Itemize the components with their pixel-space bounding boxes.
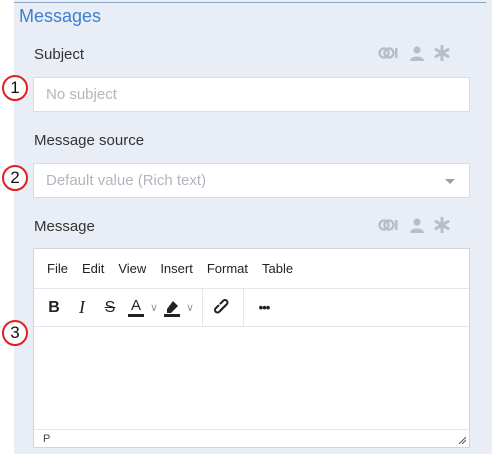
message-source-label: Message source [34, 132, 145, 149]
user-icon[interactable] [410, 45, 424, 61]
link-button[interactable] [209, 294, 237, 322]
message-source-select[interactable]: Default value (Rich text) [33, 163, 470, 198]
highlighter-icon [164, 300, 180, 317]
callout-badge-2: 2 [2, 165, 28, 191]
message-source-placeholder: Default value (Rich text) [46, 172, 207, 189]
menu-format[interactable]: Format [207, 261, 248, 276]
text-color-swatch [128, 314, 144, 317]
message-label: Message [34, 218, 95, 235]
panel-divider [14, 2, 486, 3]
editor-menubar: File Edit View Insert Format Table [34, 249, 469, 288]
subject-placeholder: No subject [46, 86, 117, 103]
subject-input[interactable]: No subject [33, 77, 470, 112]
section-title: Messages [19, 6, 102, 26]
menu-edit[interactable]: Edit [82, 261, 104, 276]
link-variable-icon[interactable] [378, 217, 400, 233]
italic-button[interactable]: I [68, 294, 96, 322]
text-color-button[interactable]: A [124, 294, 148, 322]
rich-text-editor[interactable]: File Edit View Insert Format Table B I S… [33, 248, 470, 448]
link-variable-icon[interactable] [378, 45, 400, 61]
asterisk-icon[interactable] [434, 45, 450, 61]
chevron-down-icon[interactable]: ∨ [184, 294, 196, 322]
subject-label: Subject [34, 46, 85, 63]
message-field-icons [378, 216, 466, 234]
editor-statusbar: P [34, 429, 469, 447]
editor-content-area[interactable] [34, 327, 469, 429]
more-button[interactable]: ••• [250, 294, 278, 322]
highlight-color-button[interactable] [160, 294, 184, 322]
editor-toolbar: B I S A ∨ ∨ ••• [34, 288, 469, 327]
bold-button[interactable]: B [40, 294, 68, 322]
element-path[interactable]: P [43, 433, 50, 445]
chevron-down-icon [445, 179, 455, 184]
menu-insert[interactable]: Insert [160, 261, 193, 276]
format-group: B I S A ∨ ∨ [34, 289, 203, 326]
resize-handle-icon[interactable] [458, 436, 466, 444]
callout-badge-3: 3 [2, 320, 28, 346]
link-group [203, 289, 244, 326]
strikethrough-button[interactable]: S [96, 294, 124, 322]
subject-field-icons [378, 44, 466, 62]
menu-view[interactable]: View [118, 261, 146, 276]
text-color-icon: A [130, 297, 141, 314]
callout-badge-1: 1 [2, 75, 28, 101]
user-icon[interactable] [410, 217, 424, 233]
asterisk-icon[interactable] [434, 217, 450, 233]
link-icon [214, 298, 229, 313]
more-group: ••• [244, 289, 284, 326]
chevron-down-icon[interactable]: ∨ [148, 294, 160, 322]
menu-table[interactable]: Table [262, 261, 293, 276]
menu-file[interactable]: File [47, 261, 68, 276]
